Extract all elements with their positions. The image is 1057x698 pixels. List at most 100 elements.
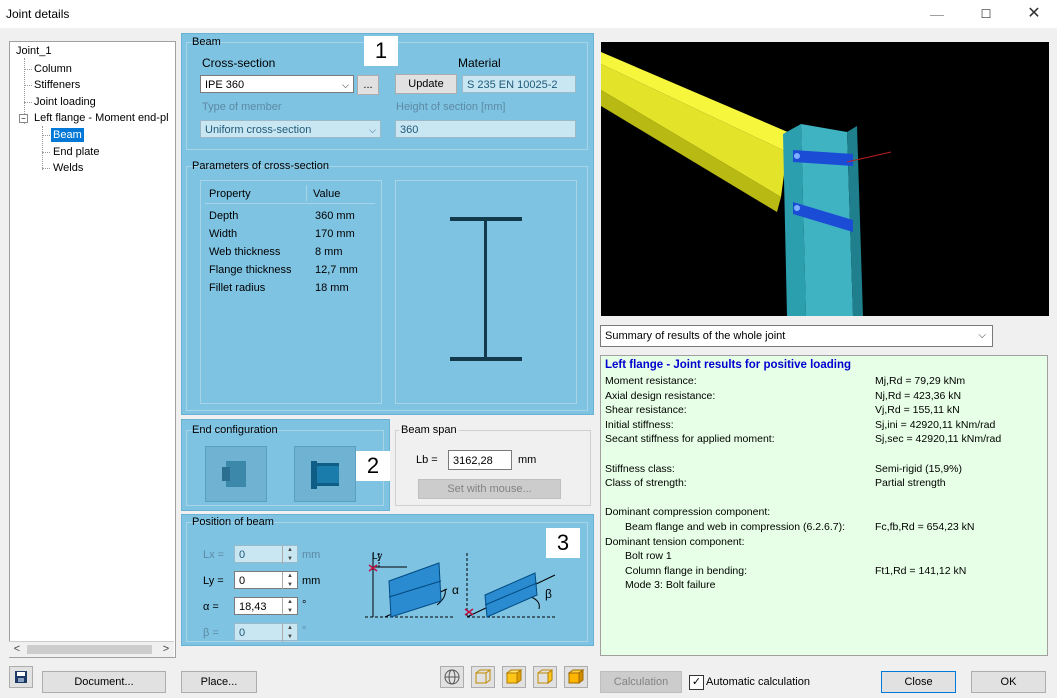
- result-value: Ft1,Rd = 141,12 kN: [875, 564, 967, 577]
- table-cell: 18 mm: [315, 282, 349, 294]
- result-value: Fc,fb,Rd = 654,23 kN: [875, 521, 975, 533]
- beam-position-diagram: Ly α β: [355, 545, 565, 630]
- maximize-button[interactable]: ☐: [966, 2, 1006, 26]
- table-row: Flange thickness: [209, 264, 292, 276]
- end-config-option-2[interactable]: [294, 446, 356, 502]
- type-of-member-label: Type of member: [202, 101, 282, 113]
- spinner-icon: ▲ ▼: [282, 546, 297, 564]
- update-button[interactable]: Update: [395, 74, 457, 94]
- result-label: Column flange in bending:: [625, 564, 748, 577]
- view-iso-button[interactable]: [564, 666, 588, 688]
- end-config-option-1[interactable]: [205, 446, 267, 502]
- table-row: Depth: [209, 210, 239, 222]
- beam-span-group-label: Beam span: [399, 424, 459, 436]
- cube-outline-icon: [475, 669, 492, 684]
- tree-horizontal-scrollbar[interactable]: < >: [9, 641, 174, 657]
- alpha-unit: °: [302, 599, 307, 611]
- tree-item-end-plate[interactable]: End plate: [53, 145, 99, 159]
- end-config-group-label: End configuration: [192, 424, 278, 436]
- close-window-button[interactable]: ✕: [1014, 2, 1054, 26]
- height-of-section-field: 360: [395, 120, 576, 138]
- beta-unit: °: [302, 625, 307, 637]
- calculation-button[interactable]: Calculation: [600, 671, 682, 693]
- chevron-down-icon: ⌵: [978, 330, 986, 341]
- set-with-mouse-button[interactable]: Set with mouse...: [418, 479, 561, 499]
- table-row: Web thickness: [209, 246, 281, 258]
- ly-input[interactable]: 0 ▲ ▼: [234, 571, 298, 590]
- scroll-right-icon[interactable]: >: [158, 642, 174, 657]
- parameters-group-label: Parameters of cross-section: [192, 160, 329, 172]
- lb-input[interactable]: 3162,28: [448, 450, 512, 470]
- tree-item-welds[interactable]: Welds: [53, 161, 83, 175]
- material-field: S 235 EN 10025-2: [462, 75, 576, 93]
- tree-item-joint-loading[interactable]: Joint loading: [34, 95, 96, 109]
- wireframe-sphere-icon: [444, 669, 460, 685]
- table-row: Width: [209, 228, 238, 240]
- table-row: Fillet radius: [209, 282, 266, 294]
- result-label: Axial design resistance:: [605, 389, 716, 402]
- result-label: Shear resistance:: [605, 404, 687, 417]
- badge-2: 2: [356, 451, 390, 481]
- lb-unit: mm: [518, 454, 537, 466]
- result-value: Vj,Rd = 155,11 kN: [875, 404, 960, 417]
- alpha-input[interactable]: 18,43 ▲ ▼: [234, 597, 298, 616]
- ok-button[interactable]: OK: [971, 671, 1046, 693]
- joint-tree[interactable]: Joint_1 Column Stiffeners Joint loading …: [9, 41, 176, 658]
- ly-label: Ly =: [203, 575, 224, 587]
- result-label: Moment resistance:: [605, 375, 697, 387]
- end-config-plate-icon: [222, 461, 246, 487]
- i-beam-section-icon: [450, 217, 522, 361]
- scroll-left-icon[interactable]: <: [9, 642, 25, 657]
- view-front-button[interactable]: [471, 666, 495, 688]
- position-group-label: Position of beam: [192, 516, 274, 528]
- result-value: Nj,Rd = 423,36 kN: [875, 389, 962, 402]
- collapse-icon[interactable]: −: [19, 114, 28, 123]
- tree-item-stiffeners[interactable]: Stiffeners: [34, 78, 80, 92]
- results-summary-select[interactable]: Summary of results of the whole joint ⌵: [600, 325, 993, 347]
- tree-item-beam[interactable]: Beam: [51, 128, 84, 142]
- render-mode-button[interactable]: [440, 666, 464, 688]
- lb-label: Lb =: [416, 454, 438, 466]
- result-value: Sj,sec = 42920,11 kNm/rad: [875, 433, 1002, 446]
- beam-position-diagram-icon: [365, 553, 556, 618]
- height-of-section-label: Height of section [mm]: [396, 101, 506, 113]
- diagram-ly-label: Ly: [372, 551, 383, 562]
- result-value: Mj,Rd = 79,29 kNm: [875, 375, 966, 387]
- joint-3d-viewer[interactable]: [601, 42, 1049, 316]
- view-solid-button[interactable]: [502, 666, 526, 688]
- automatic-calculation-checkbox[interactable]: ✓: [689, 675, 704, 690]
- table-cell: 8 mm: [315, 246, 343, 258]
- floppy-disk-icon: [15, 671, 27, 683]
- chevron-down-icon: ⌵: [342, 80, 349, 90]
- title-bar: [0, 0, 1057, 28]
- results-panel: Left flange - Joint results for positive…: [600, 355, 1048, 656]
- result-label: Mode 3: Bolt failure: [625, 579, 716, 592]
- result-label: Secant stiffness for applied moment:: [605, 433, 775, 446]
- scroll-thumb[interactable]: [27, 645, 152, 654]
- document-button[interactable]: Document...: [42, 671, 166, 693]
- save-button[interactable]: [9, 666, 33, 688]
- place-button[interactable]: Place...: [181, 671, 257, 693]
- cross-section-browse-button[interactable]: ...: [357, 75, 379, 95]
- badge-3: 3: [546, 528, 580, 558]
- view-side-button[interactable]: [533, 666, 557, 688]
- result-label: Dominant compression component:: [605, 506, 771, 519]
- close-button[interactable]: Close: [881, 671, 956, 693]
- result-value: Sj,ini = 42920,11 kNm/rad: [875, 418, 996, 431]
- window-title: Joint details: [6, 7, 70, 21]
- cross-section-label: Cross-section: [202, 56, 276, 70]
- minimize-button[interactable]: —: [917, 2, 957, 26]
- lx-input: 0 ▲ ▼: [234, 545, 298, 564]
- spinner-icon[interactable]: ▲ ▼: [282, 598, 297, 616]
- alpha-label: α =: [203, 601, 219, 613]
- tree-item-column[interactable]: Column: [34, 62, 72, 76]
- table-cell: 12,7 mm: [315, 264, 358, 276]
- tree-root[interactable]: Joint_1: [16, 44, 51, 58]
- cube-side-icon: [537, 669, 553, 684]
- result-label: Stiffness class:: [605, 462, 675, 475]
- spinner-icon[interactable]: ▲ ▼: [282, 572, 297, 590]
- cross-section-select[interactable]: IPE 360 ⌵: [200, 75, 354, 93]
- beam-group-label: Beam: [192, 36, 221, 48]
- tree-item-left-flange[interactable]: Left flange - Moment end-pl: [34, 111, 169, 125]
- table-cell: 360 mm: [315, 210, 355, 222]
